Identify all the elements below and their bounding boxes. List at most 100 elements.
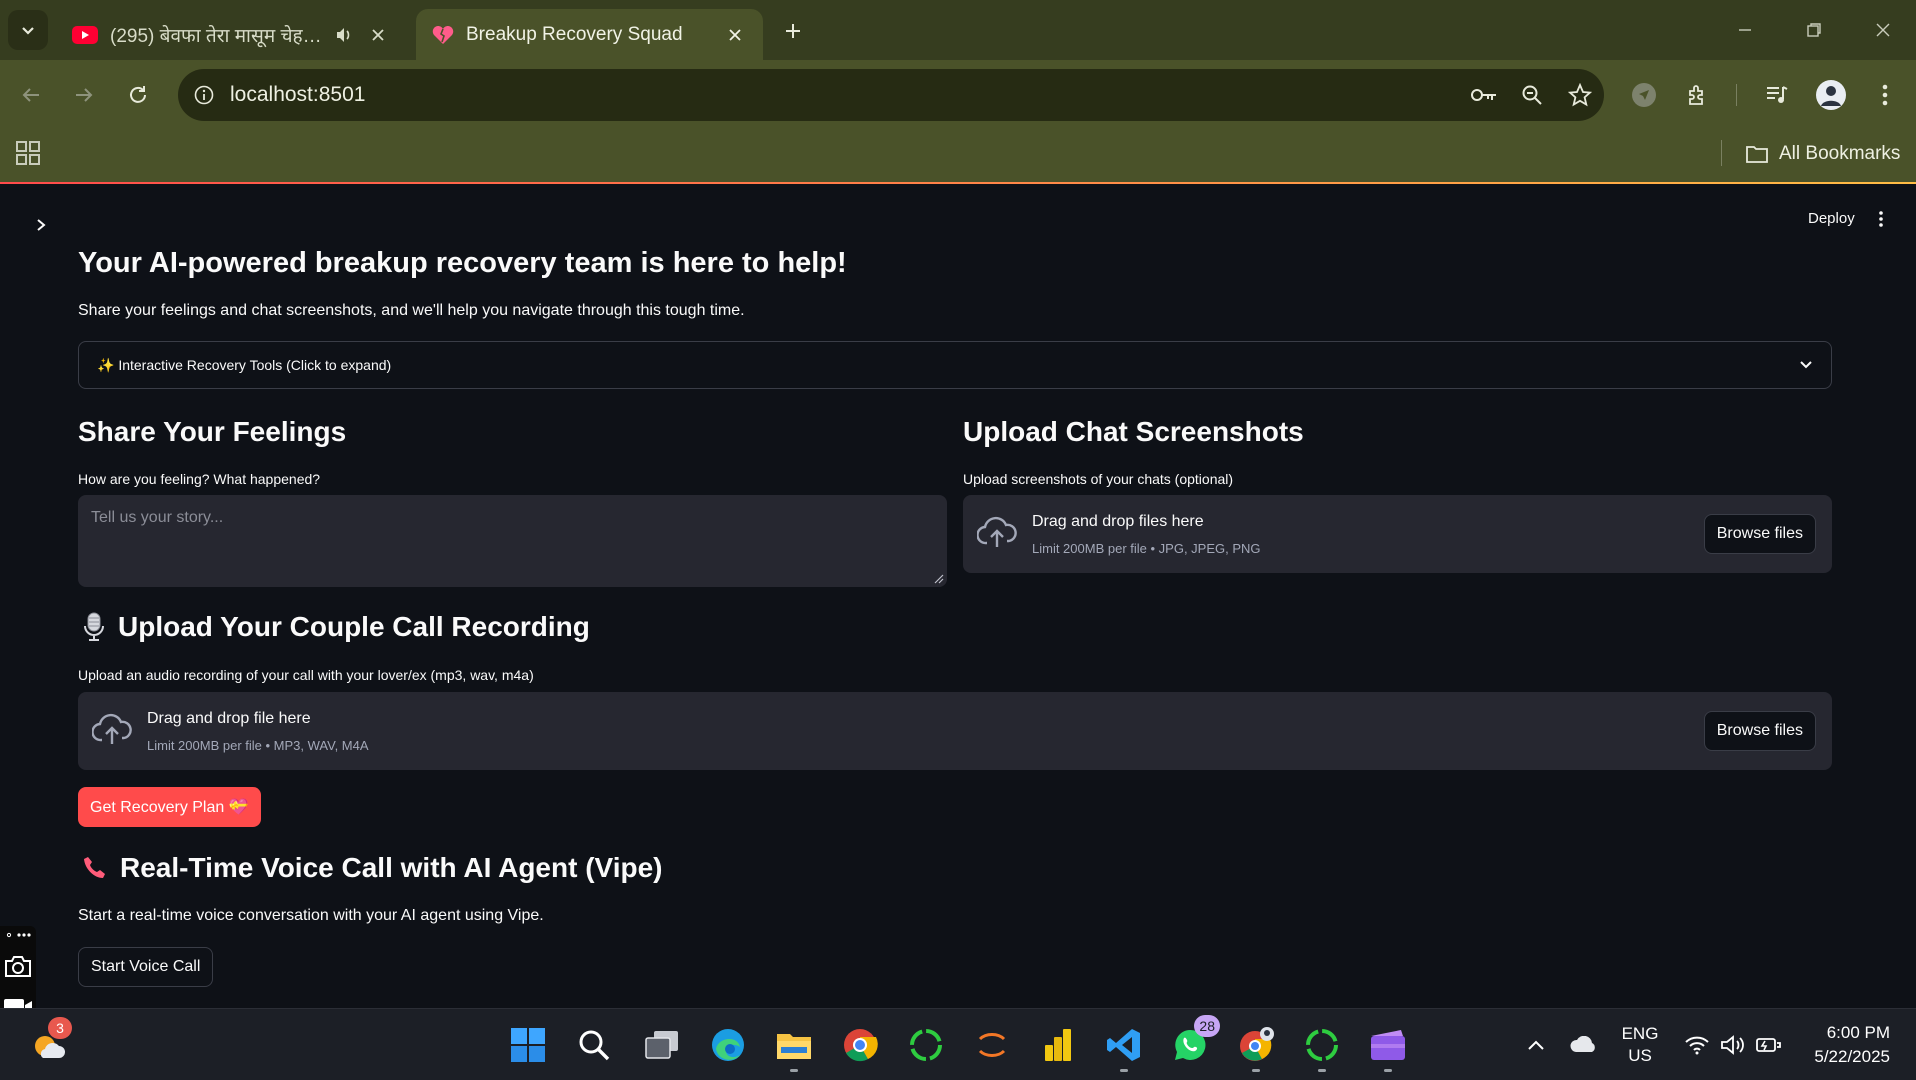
file-explorer-button[interactable]: [770, 1021, 818, 1072]
battery-tray[interactable]: [1754, 1009, 1784, 1080]
start-voice-call-button[interactable]: Start Voice Call: [78, 947, 214, 987]
browse-files-button[interactable]: Browse files: [1703, 514, 1816, 554]
voice-heading-text: Real-Time Voice Call with AI Agent (Vipe…: [120, 852, 663, 883]
restore-icon: [1807, 23, 1821, 37]
battery-charging-icon: [1756, 1038, 1781, 1052]
password-key-icon[interactable]: [1460, 71, 1508, 119]
restore-button[interactable]: [1789, 12, 1839, 48]
expander-label: ✨ Interactive Recovery Tools (Click to e…: [97, 356, 392, 373]
broken-heart-icon: [432, 25, 454, 45]
streamlit-app: Deploy Your AI-powered breakup recovery …: [0, 184, 1916, 1080]
browser-toolbar: localhost:8501: [0, 60, 1916, 130]
all-bookmarks-button[interactable]: All Bookmarks: [1745, 136, 1900, 172]
chevron-right-icon: [37, 219, 46, 231]
chevron-up-icon: [1528, 1040, 1544, 1050]
page-subtitle: Share your feelings and chat screenshots…: [78, 302, 745, 319]
clock-date: 5/22/2025: [1814, 1047, 1890, 1066]
media-controls-icon[interactable]: [1756, 74, 1798, 116]
close-icon[interactable]: [723, 23, 747, 47]
zoom-out-icon[interactable]: [1508, 71, 1556, 119]
extensions-puzzle-icon[interactable]: [1677, 74, 1719, 116]
taskbar: 3 28 ENG US 6:00 PM 5/22/2025: [0, 1008, 1916, 1080]
close-icon[interactable]: [366, 23, 390, 47]
camera-icon[interactable]: [2, 950, 34, 982]
forward-button[interactable]: [63, 74, 105, 116]
tab-breakup-recovery[interactable]: Breakup Recovery Squad: [416, 9, 763, 60]
language-code: ENG: [1621, 1024, 1659, 1043]
youtube-icon: [72, 25, 98, 44]
search-button[interactable]: [570, 1021, 618, 1069]
clipchamp-button[interactable]: [1364, 1021, 1412, 1072]
star-icon[interactable]: [1556, 71, 1604, 119]
minimize-button[interactable]: [1720, 12, 1770, 48]
feelings-heading-text: Share Your Feelings: [78, 416, 347, 447]
site-info-icon[interactable]: [178, 69, 230, 121]
jupyter-button[interactable]: [968, 1021, 1016, 1069]
chevron-down-icon: [22, 27, 34, 35]
navigation-extension-icon[interactable]: [1623, 74, 1665, 116]
task-view-button[interactable]: [638, 1021, 686, 1069]
app-ring-button[interactable]: [902, 1021, 950, 1069]
chrome-profile-button[interactable]: [1232, 1021, 1280, 1072]
recording-dropzone[interactable]: Drag and drop file here Limit 200MB per …: [78, 692, 1832, 770]
sidebar-toggle-button[interactable]: [28, 212, 54, 238]
tab-title: Breakup Recovery Squad: [466, 23, 683, 45]
feelings-placeholder: Tell us your story...: [91, 509, 224, 526]
speaker-icon: [1721, 1035, 1744, 1055]
recording-heading-text: Upload Your Couple Call Recording: [118, 611, 590, 642]
vscode-icon: [1107, 1029, 1140, 1061]
task-view-icon: [645, 1031, 678, 1059]
resize-handle-icon[interactable]: [934, 574, 944, 584]
vscode-button[interactable]: [1100, 1021, 1148, 1072]
dropzone-title: Drag and drop files here: [1032, 513, 1204, 530]
tab-search-button[interactable]: [8, 10, 48, 50]
cloud-icon: [1570, 1036, 1595, 1052]
whatsapp-button[interactable]: 28: [1166, 1015, 1220, 1069]
recovery-button-label: Get Recovery Plan 💝: [90, 799, 249, 816]
edge-button[interactable]: [704, 1021, 752, 1069]
clock-time: 6:00 PM: [1826, 1023, 1890, 1042]
browser-menu-icon[interactable]: [1864, 74, 1906, 116]
back-button[interactable]: [10, 74, 52, 116]
url-text[interactable]: localhost:8501: [230, 83, 1460, 107]
feelings-textarea[interactable]: Tell us your story...: [78, 495, 947, 587]
onedrive-tray[interactable]: [1566, 1009, 1602, 1080]
main-menu-button[interactable]: [1868, 206, 1894, 232]
chevron-down-icon: [1800, 361, 1812, 369]
apps-grid-icon[interactable]: [14, 139, 42, 167]
dropzone-limit: Limit 200MB per file • MP3, WAV, M4A: [147, 738, 369, 753]
volume-tray[interactable]: [1718, 1009, 1748, 1080]
recording-heading: Upload Your Couple Call Recording: [82, 611, 590, 643]
tab-youtube[interactable]: (295) बेवफा तेरा मासूम चेहरा | Bewafa Te…: [56, 9, 406, 60]
clock[interactable]: 6:00 PM 5/22/2025: [1794, 1009, 1890, 1080]
deploy-button[interactable]: Deploy: [1800, 206, 1863, 231]
screenshots-dropzone[interactable]: Drag and drop files here Limit 200MB per…: [963, 495, 1832, 573]
voice-call-caption: Start a real-time voice conversation wit…: [78, 907, 544, 924]
phone-icon: [84, 857, 105, 878]
app-ring-button-2[interactable]: [1298, 1021, 1346, 1072]
get-recovery-plan-button[interactable]: Get Recovery Plan 💝: [78, 787, 261, 827]
speaker-icon[interactable]: [334, 25, 354, 45]
running-indicator: [1318, 1069, 1326, 1072]
chrome-button[interactable]: [836, 1021, 884, 1069]
region-code: US: [1628, 1046, 1652, 1065]
weather-widget[interactable]: 3: [24, 1017, 72, 1069]
language-indicator[interactable]: ENG US: [1614, 1009, 1666, 1080]
address-bar[interactable]: localhost:8501: [178, 69, 1604, 121]
start-button[interactable]: [504, 1021, 552, 1069]
tab-strip: (295) बेवफा तेरा मासूम चेहरा | Bewafa Te…: [0, 0, 1916, 60]
browse-files-button[interactable]: Browse files: [1703, 711, 1816, 751]
recovery-tools-expander[interactable]: ✨ Interactive Recovery Tools (Click to e…: [78, 341, 1832, 389]
running-indicator: [1120, 1069, 1128, 1072]
profile-avatar[interactable]: [1810, 74, 1852, 116]
wifi-tray[interactable]: [1682, 1009, 1712, 1080]
close-window-button[interactable]: [1858, 12, 1908, 48]
ring-app-icon: [1306, 1029, 1338, 1061]
power-bi-button[interactable]: [1034, 1021, 1082, 1069]
show-hidden-icons-button[interactable]: [1520, 1009, 1552, 1080]
plus-icon: [786, 24, 800, 38]
new-tab-button[interactable]: [776, 14, 810, 48]
more-vertical-icon: [1879, 211, 1883, 227]
more-horizontal-icon[interactable]: [2, 926, 34, 944]
reload-button[interactable]: [117, 74, 159, 116]
